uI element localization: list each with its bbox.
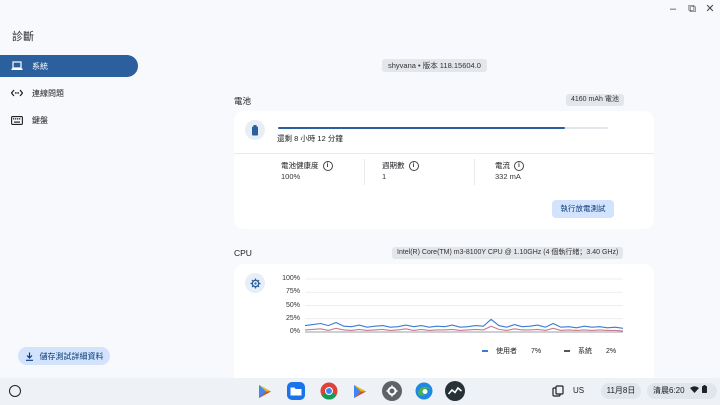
current-value: 332 mA <box>495 172 521 181</box>
play-store-icon[interactable] <box>255 381 275 401</box>
stat-divider <box>474 159 475 185</box>
battery-health-label: 電池健康度 i <box>281 160 333 171</box>
files-icon[interactable] <box>287 382 305 400</box>
save-test-details-button[interactable]: 儲存測試詳細資料 <box>18 347 110 365</box>
y-tick-label: 100% <box>282 275 300 282</box>
cpu-model-pill: Intel(R) Core(TM) m3-8100Y CPU @ 1.10GHz… <box>392 247 624 259</box>
legend-system: 系統 2% <box>564 346 616 356</box>
cpu-usage-chart <box>305 278 623 333</box>
legend-user: 使用者 7% <box>482 346 541 356</box>
battery-icon <box>245 120 265 140</box>
y-tick-label: 50% <box>285 302 300 309</box>
laptop-icon <box>10 61 24 71</box>
chrome-icon[interactable] <box>319 381 339 401</box>
legend-swatch <box>564 350 570 352</box>
play-store-icon[interactable] <box>350 381 370 401</box>
edge-icon[interactable] <box>414 381 434 401</box>
minimize-button[interactable]: – <box>666 2 680 16</box>
y-tick-label: 25% <box>285 315 300 322</box>
current-label: 電流 i <box>495 160 524 171</box>
sidebar-item-keyboard[interactable]: 鍵盤 <box>0 109 138 131</box>
battery-status-icon <box>702 383 708 399</box>
diagnostics-icon[interactable] <box>445 381 465 401</box>
cycle-count-value: 1 <box>382 172 387 181</box>
battery-health-value: 100% <box>281 172 301 181</box>
status-tray[interactable]: 清晨6:20 <box>647 383 717 399</box>
date-tray[interactable]: 11月8日 <box>601 383 641 399</box>
info-icon[interactable]: i <box>514 160 524 171</box>
clock: 清晨6:20 <box>653 386 685 396</box>
series-line-user <box>305 318 623 329</box>
save-button-label: 儲存測試詳細資料 <box>39 351 104 361</box>
info-icon[interactable]: i <box>322 160 333 171</box>
clipboard-tray-icon[interactable] <box>549 381 567 401</box>
battery-capacity-pill: 4160 mAh 電池 <box>566 94 624 106</box>
cpu-gear-icon <box>245 273 265 293</box>
cycle-count-label: 週期數 i <box>382 160 419 171</box>
connectivity-arrows-icon <box>10 89 24 97</box>
y-tick-label: 75% <box>285 288 300 295</box>
download-icon <box>25 352 34 361</box>
input-method-indicator[interactable]: US <box>573 386 584 395</box>
sidebar-item-label: 系統 <box>32 61 48 71</box>
stat-divider <box>364 159 365 185</box>
y-tick-label: 0% <box>289 328 300 335</box>
battery-charge-fill <box>278 127 566 129</box>
run-discharge-test-button[interactable]: 執行放電測試 <box>552 200 614 218</box>
legend-swatch <box>482 350 488 352</box>
version-label: shyvana • 版本 118.15604.0 <box>382 59 487 72</box>
battery-divider <box>234 153 654 154</box>
battery-section-title: 電池 <box>234 96 252 106</box>
wifi-icon <box>689 383 699 399</box>
cpu-section-title: CPU <box>234 248 252 258</box>
sidebar-item-system[interactable]: 系統 <box>0 55 138 77</box>
title-bar: – ⧉ ✕ <box>0 0 720 20</box>
launcher-button[interactable] <box>9 385 21 397</box>
restore-button[interactable]: ⧉ <box>685 2 699 16</box>
battery-remaining-time: 還剩 8 小時 12 分鐘 <box>277 134 343 143</box>
sidebar-item-label: 鍵盤 <box>32 115 48 125</box>
keyboard-icon <box>10 115 24 125</box>
battery-charge-bar <box>278 127 608 129</box>
app-title: 診斷 <box>12 31 34 43</box>
close-button[interactable]: ✕ <box>703 2 717 16</box>
info-icon[interactable]: i <box>408 160 419 171</box>
sidebar-item-connectivity[interactable]: 連線問題 <box>0 82 138 104</box>
settings-icon[interactable] <box>382 381 402 401</box>
sidebar-item-label: 連線問題 <box>32 88 64 98</box>
